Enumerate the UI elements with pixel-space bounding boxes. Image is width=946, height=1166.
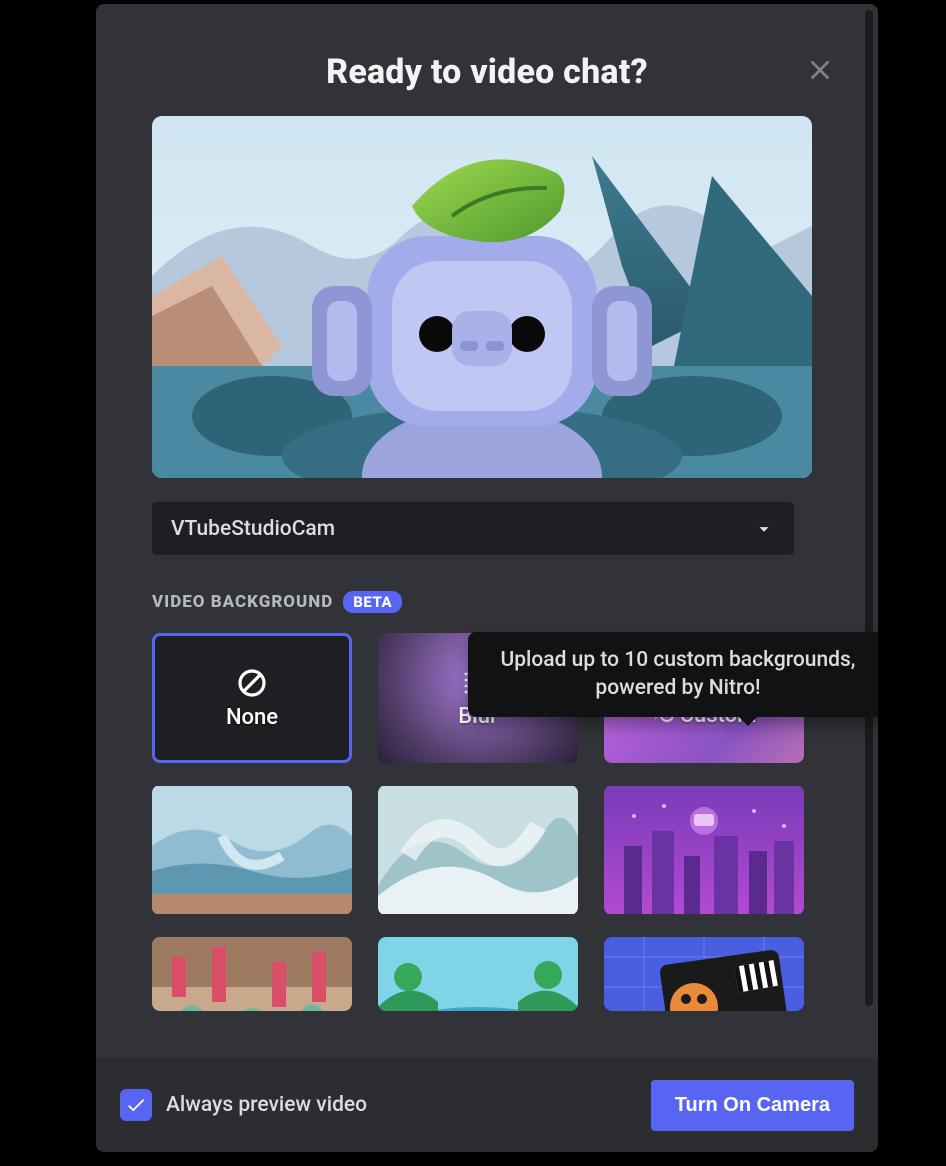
video-preview — [152, 116, 812, 478]
video-background-label: VIDEO BACKGROUND BETA — [152, 591, 822, 613]
modal-footer: Always preview video Turn On Camera — [96, 1058, 878, 1152]
background-option-preset-4[interactable] — [152, 937, 352, 1011]
chevron-down-icon — [753, 518, 775, 540]
background-option-preset-2[interactable] — [378, 785, 578, 915]
tooltip-text: Upload up to 10 custom backgrounds, powe… — [501, 648, 856, 700]
modal-header: Ready to video chat? — [152, 24, 822, 116]
camera-select[interactable]: VTubeStudioCam — [152, 502, 794, 555]
modal-body: Ready to video chat? — [96, 4, 878, 1058]
background-option-preset-3[interactable] — [604, 785, 804, 915]
always-preview-checkbox[interactable] — [120, 1089, 152, 1121]
background-option-preset-6[interactable] — [604, 937, 804, 1011]
none-icon — [236, 667, 268, 699]
section-label-text: VIDEO BACKGROUND — [152, 592, 333, 612]
background-option-none[interactable]: None — [152, 633, 352, 763]
always-preview-row: Always preview video — [120, 1089, 367, 1121]
modal-title: Ready to video chat? — [326, 52, 648, 92]
background-option-preset-1[interactable] — [152, 785, 352, 915]
beta-badge: BETA — [343, 591, 402, 613]
video-chat-modal: Ready to video chat? — [96, 4, 878, 1152]
always-preview-label: Always preview video — [166, 1093, 367, 1117]
custom-background-tooltip: Upload up to 10 custom backgrounds, powe… — [468, 632, 878, 717]
scrollbar-thumb[interactable] — [865, 10, 873, 1006]
check-icon — [125, 1094, 147, 1116]
background-option-preset-5[interactable] — [378, 937, 578, 1011]
camera-select-value: VTubeStudioCam — [171, 517, 335, 541]
close-button[interactable] — [802, 52, 838, 88]
turn-on-camera-button[interactable]: Turn On Camera — [651, 1080, 854, 1131]
close-icon — [806, 56, 834, 84]
tile-label: None — [226, 705, 278, 730]
